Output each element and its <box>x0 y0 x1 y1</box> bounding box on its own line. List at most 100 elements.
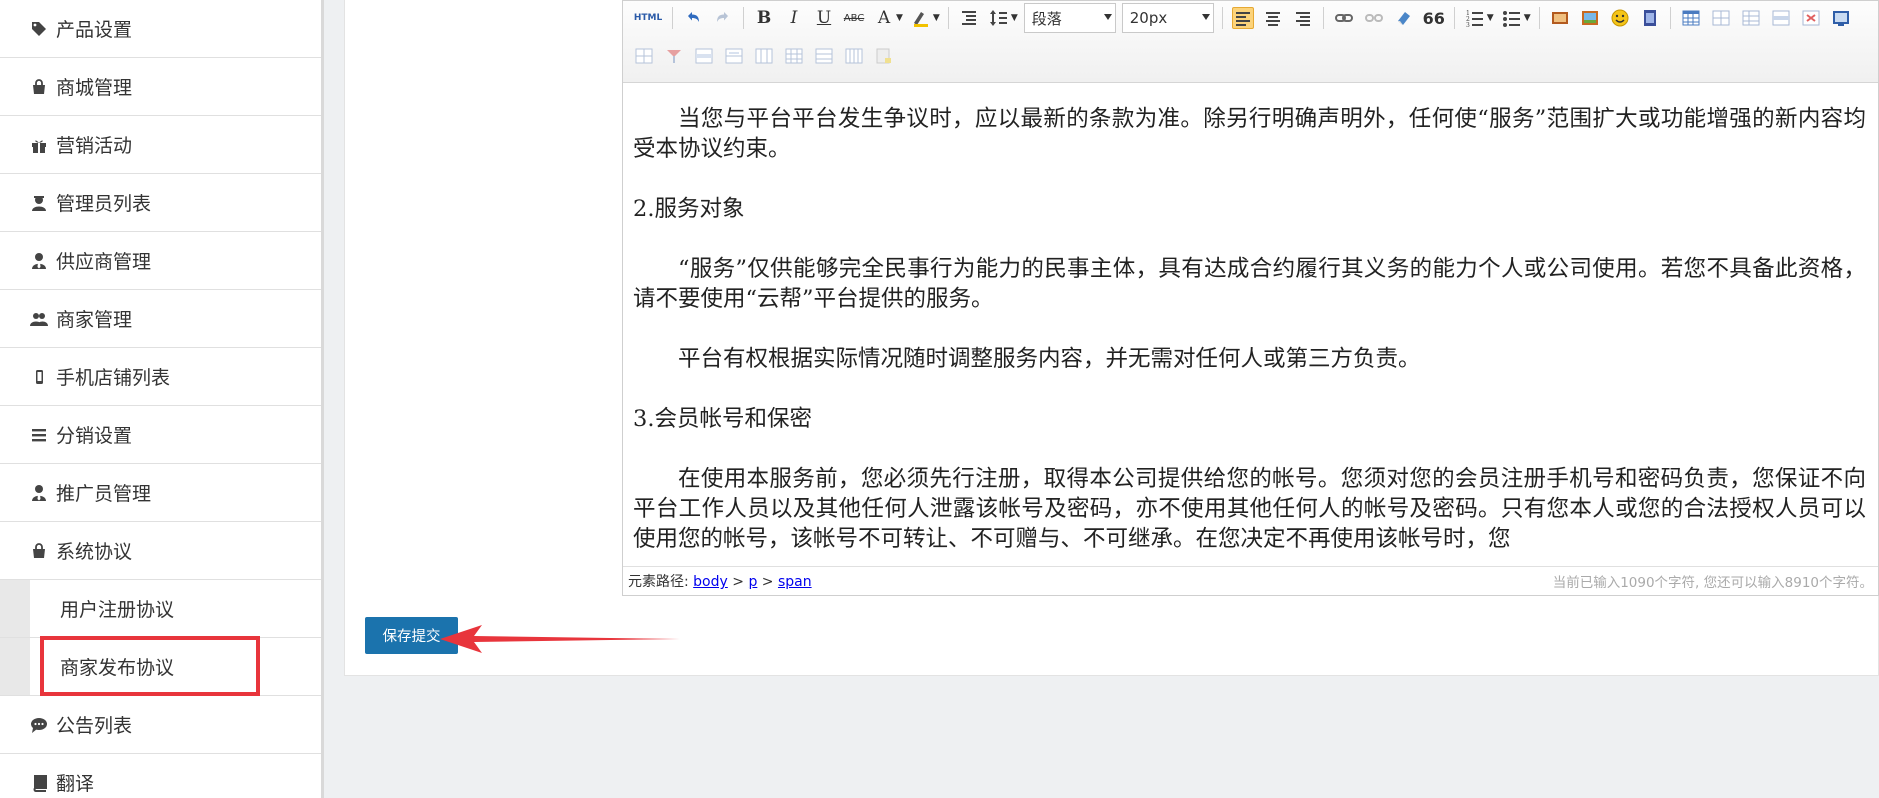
font-size-select[interactable]: 20px <box>1121 3 1214 33</box>
video-icon[interactable] <box>1639 7 1661 29</box>
sidebar-item[interactable]: 商城管理 <box>0 58 321 116</box>
align-right-icon[interactable] <box>1292 7 1314 29</box>
editor-paragraph: 平台有权根据实际情况随时调整服务内容，并无需对任何人或第三方负责。 <box>678 346 1421 372</box>
editor-paragraph: 在使用本服务前，您必须先行注册，取得本公司提供给您的帐号。您须对您的会员注册手机… <box>633 466 1866 552</box>
users-icon <box>28 310 50 328</box>
sidebar-item[interactable]: 分销设置 <box>0 406 321 464</box>
image-icon[interactable] <box>1549 7 1571 29</box>
svg-text:3: 3 <box>1466 22 1470 28</box>
sidebar-item-label: 产品设置 <box>56 19 133 41</box>
toolbar-separator <box>947 7 949 29</box>
sidebar-item[interactable]: 供应商管理 <box>0 232 321 290</box>
toolbar-separator <box>1453 7 1455 29</box>
emoji-icon[interactable] <box>1609 7 1631 29</box>
html-source-button[interactable]: HTML <box>633 7 663 29</box>
undo-icon[interactable] <box>682 7 704 29</box>
indent-icon[interactable] <box>958 7 980 29</box>
sidebar-item-label: 公告列表 <box>56 715 133 737</box>
submenu-item[interactable]: 商家发布协议 <box>0 638 321 696</box>
table-col-icon[interactable] <box>1740 7 1762 29</box>
link-icon[interactable] <box>1333 7 1355 29</box>
sidebar-item-label: 推广员管理 <box>56 483 152 505</box>
multi-image-icon[interactable] <box>1579 7 1601 29</box>
table-row-icon[interactable] <box>1710 7 1732 29</box>
sidebar-item-label: 营销活动 <box>56 135 133 157</box>
editor-paragraph: 2.服务对象 <box>633 196 745 222</box>
sidebar-item-label: 商城管理 <box>56 77 133 99</box>
toolbar-separator <box>1669 7 1671 29</box>
redo-icon[interactable] <box>712 7 734 29</box>
editor-content-area[interactable]: 当您与平台平台发生争议时，应以最新的条款为准。除另行明确声明外，任何使“服务”范… <box>623 84 1879 566</box>
table-split-icon[interactable] <box>633 45 655 67</box>
table-merge-icon[interactable] <box>663 45 685 67</box>
table-insert-row-icon[interactable] <box>1770 7 1792 29</box>
toolbar-separator <box>1538 7 1540 29</box>
user-tie-icon <box>28 252 50 270</box>
table-cell-icon[interactable] <box>843 45 865 67</box>
fullscreen-icon[interactable] <box>1830 7 1852 29</box>
font-color-button[interactable]: A <box>873 7 895 29</box>
chevron-down-icon[interactable]: ▼ <box>1487 13 1494 23</box>
sidebar-item[interactable]: 翻译 <box>0 754 321 798</box>
user-secret-icon <box>28 194 50 212</box>
ordered-list-icon[interactable]: 123 <box>1464 7 1486 29</box>
table-delete-icon[interactable] <box>1800 7 1822 29</box>
blockquote-button[interactable]: 66 <box>1423 7 1445 29</box>
sidebar-item[interactable]: 产品设置 <box>0 0 321 58</box>
align-center-icon[interactable] <box>1262 7 1284 29</box>
sidebar-item-label: 管理员列表 <box>56 193 152 215</box>
editor-statusbar: 元素路径: body > p > span 当前已输入1090个字符, 您还可以… <box>623 566 1878 595</box>
sidebar-item-label: 系统协议 <box>56 541 133 563</box>
sidebar: 产品设置商城管理营销活动管理员列表供应商管理商家管理手机店铺列表分销设置推广员管… <box>0 0 324 798</box>
toolbar-separator <box>1221 7 1223 29</box>
table-cell-icon[interactable] <box>783 45 805 67</box>
table-cell-icon[interactable] <box>813 45 835 67</box>
sidebar-item[interactable]: 管理员列表 <box>0 174 321 232</box>
table-cell-icon[interactable] <box>723 45 745 67</box>
toolbar-separator <box>672 7 673 29</box>
sidebar-item[interactable]: 公告列表 <box>0 696 321 754</box>
sidebar-item-label: 手机店铺列表 <box>56 367 171 389</box>
italic-button[interactable]: I <box>783 7 805 29</box>
unlink-icon[interactable] <box>1363 7 1385 29</box>
editor-paragraph: 当您与平台平台发生争议时，应以最新的条款为准。除另行明确声明外，任何使“服务”范… <box>633 106 1866 162</box>
underline-button[interactable]: U <box>813 7 835 29</box>
highlight-color-icon[interactable] <box>910 7 932 29</box>
editor-paragraph: 3.会员帐号和保密 <box>633 406 812 432</box>
chevron-down-icon[interactable]: ▼ <box>1524 13 1531 23</box>
line-height-icon[interactable] <box>988 7 1010 29</box>
sidebar-item[interactable]: 商家管理 <box>0 290 321 348</box>
submenu-item[interactable]: 用户注册协议 <box>0 580 321 638</box>
bold-button[interactable]: B <box>753 7 775 29</box>
chevron-down-icon[interactable]: ▼ <box>1011 13 1018 23</box>
red-arrow-annotation <box>440 625 680 653</box>
path-link-body[interactable]: body <box>693 574 728 590</box>
element-path-label: 元素路径: <box>628 574 689 590</box>
unordered-list-icon[interactable] <box>1501 7 1523 29</box>
sidebar-item[interactable]: 营销活动 <box>0 116 321 174</box>
path-link-span[interactable]: span <box>778 574 812 590</box>
toolbar-separator <box>1322 7 1324 29</box>
chevron-down-icon[interactable]: ▼ <box>933 13 940 23</box>
table-cell-icon[interactable] <box>753 45 775 67</box>
sidebar-item[interactable]: 手机店铺列表 <box>0 348 321 406</box>
paragraph-format-select[interactable]: 段落 <box>1023 3 1116 33</box>
sidebar-item[interactable]: 推广员管理 <box>0 464 321 522</box>
editor-paragraph: “服务”仅供能够完全民事行为能力的民事主体，具有达成合约履行其义务的能力个人或公… <box>633 256 1866 312</box>
comment-icon <box>28 716 50 734</box>
editor-toolbar: HTML B I U ABC A ▼ ▼ ▼ 段落 20px 66 1 2 3 … <box>623 1 1878 83</box>
char-count: 当前已输入1090个字符, 您还可以输入8910个字符。 <box>1552 575 1873 591</box>
insert-table-icon[interactable] <box>1680 7 1702 29</box>
strikethrough-button[interactable]: ABC <box>843 7 865 29</box>
shopping-bag-icon <box>28 542 50 560</box>
sidebar-item-label: 商家管理 <box>56 309 133 331</box>
sidebar-item[interactable]: 系统协议 <box>0 522 321 580</box>
table-cell-icon[interactable] <box>693 45 715 67</box>
path-link-p[interactable]: p <box>748 574 757 590</box>
align-left-icon[interactable] <box>1231 7 1254 29</box>
tag-icon <box>28 20 50 38</box>
sidebar-item-label: 供应商管理 <box>56 251 152 273</box>
table-chart-icon[interactable] <box>873 45 895 67</box>
chevron-down-icon[interactable]: ▼ <box>896 13 903 23</box>
eraser-icon[interactable] <box>1393 7 1415 29</box>
